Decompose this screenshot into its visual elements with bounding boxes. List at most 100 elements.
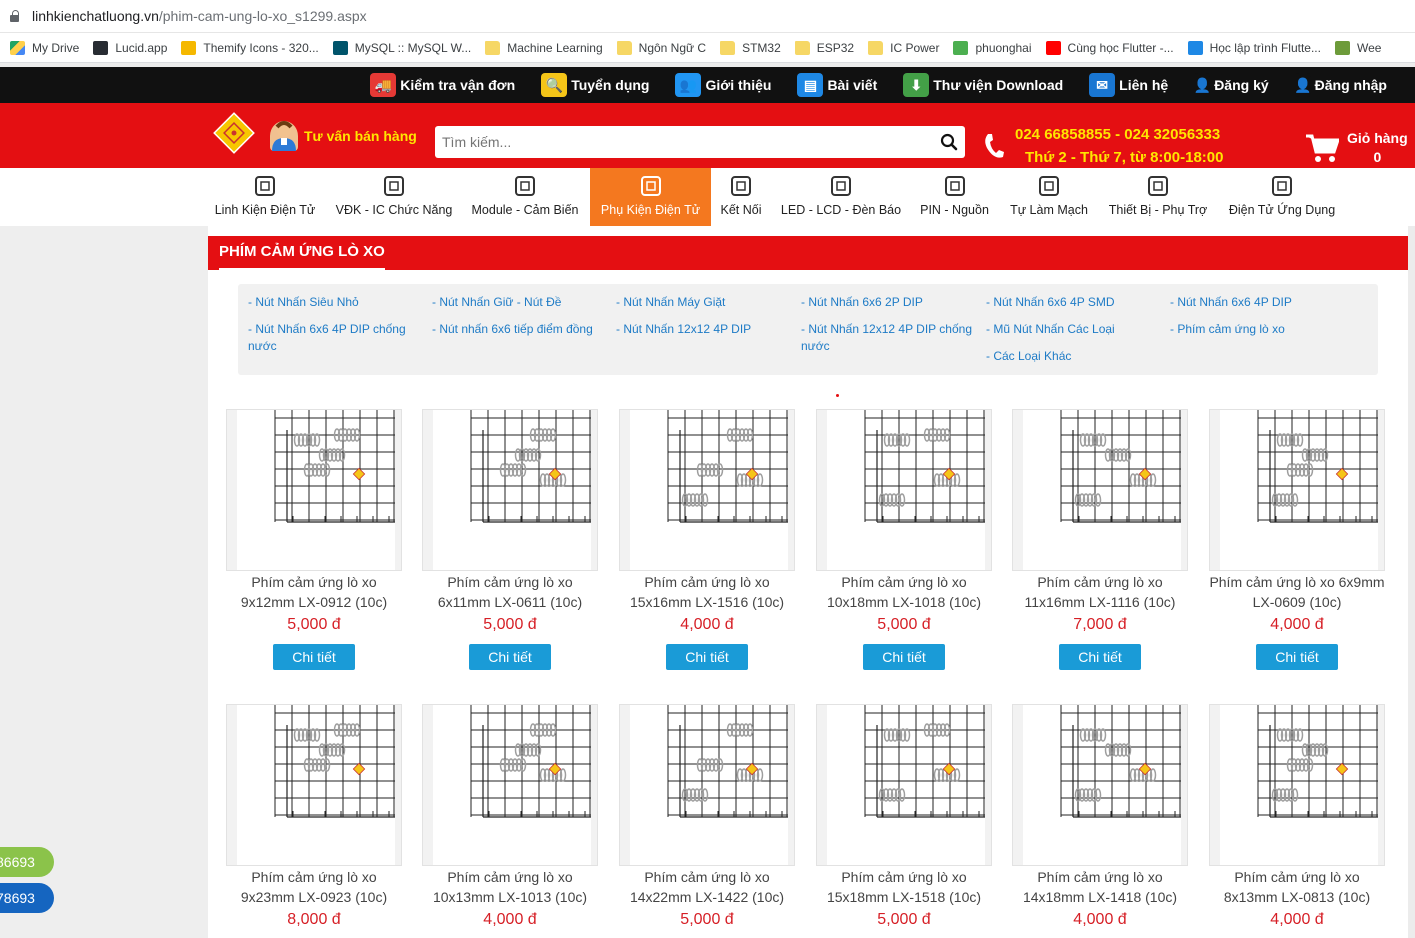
detail-button[interactable]: Chi tiết bbox=[1256, 644, 1338, 670]
product-name-line2: 10x18mm LX-1018 (10c) bbox=[826, 594, 982, 610]
product-name[interactable]: Phím cảm ứng lò xo 6x11mm LX-0611 (10c) bbox=[422, 572, 598, 612]
product-image[interactable] bbox=[1012, 704, 1188, 866]
subcategory-link[interactable]: - Nút Nhấn 6x6 2P DIP bbox=[801, 294, 976, 311]
top-nav-item[interactable]: 🔍 Tuyển dụng bbox=[541, 73, 649, 97]
product-image[interactable] bbox=[619, 704, 795, 866]
top-nav-item[interactable]: 👤 Đăng nhập bbox=[1294, 73, 1387, 97]
subcategory-link[interactable]: - Nút Nhấn Máy Giặt bbox=[616, 294, 791, 311]
subcategory-link[interactable]: - Nút Nhấn 6x6 4P DIP bbox=[1170, 294, 1345, 311]
product-name[interactable]: Phím cảm ứng lò xo 8x13mm LX-0813 (10c) bbox=[1209, 867, 1385, 907]
top-nav-item[interactable]: ⬇ Thư viện Download bbox=[903, 73, 1063, 97]
search-icon[interactable] bbox=[933, 127, 965, 157]
subcategory-link[interactable]: - Nút Nhấn Giữ - Nút Đề bbox=[432, 294, 607, 311]
top-nav-label: Giới thiệu bbox=[705, 77, 772, 93]
bookmark-item[interactable]: Cùng học Flutter -... bbox=[1045, 40, 1174, 55]
product-image[interactable] bbox=[226, 409, 402, 571]
category-7[interactable]: PIN - Nguồn bbox=[911, 168, 998, 227]
detail-button[interactable]: Chi tiết bbox=[863, 644, 945, 670]
cart-button[interactable]: Giỏ hàng 0 bbox=[1305, 129, 1408, 167]
category-5[interactable]: Kết Nối bbox=[711, 168, 771, 227]
product-name[interactable]: Phím cảm ứng lò xo 6x9mm LX-0609 (10c) bbox=[1209, 572, 1385, 612]
bookmark-item[interactable]: Ngôn Ngữ C bbox=[616, 40, 706, 55]
bookmark-item[interactable]: Wee bbox=[1334, 40, 1381, 55]
bookmark-item[interactable]: STM32 bbox=[720, 40, 781, 55]
subcategory-link[interactable]: - Phím cảm ứng lò xo bbox=[1170, 321, 1345, 338]
top-nav-item[interactable]: 👥 Giới thiệu bbox=[675, 73, 771, 97]
floating-contact-zalo[interactable]: 86693 bbox=[0, 847, 54, 877]
product-image[interactable] bbox=[619, 409, 795, 571]
mysql-icon bbox=[332, 40, 348, 55]
top-nav-item[interactable]: ▤ Bài viết bbox=[797, 73, 877, 97]
subcategory-link[interactable]: - Nút Nhấn 12x12 4P DIP chống nước bbox=[801, 321, 976, 355]
product-name[interactable]: Phím cảm ứng lò xo 10x13mm LX-1013 (10c) bbox=[422, 867, 598, 907]
opening-hours: Thứ 2 - Thứ 7, từ 8:00-18:00 bbox=[1025, 149, 1224, 166]
site-logo[interactable] bbox=[212, 111, 256, 155]
bookmark-item[interactable]: IC Power bbox=[868, 40, 940, 55]
led-icon bbox=[828, 174, 854, 198]
subcategory-link[interactable]: - Nút Nhấn Siêu Nhỏ bbox=[248, 294, 423, 311]
product-image[interactable] bbox=[422, 704, 598, 866]
floating-contact-phone[interactable]: 78693 bbox=[0, 883, 54, 913]
bookmark-item[interactable]: My Drive bbox=[10, 40, 79, 55]
address-bar[interactable]: linhkienchatluong.vn/phim-cam-ung-lo-xo_… bbox=[0, 0, 1415, 33]
product-image[interactable] bbox=[422, 409, 598, 571]
product-name[interactable]: Phím cảm ứng lò xo 15x18mm LX-1518 (10c) bbox=[816, 867, 992, 907]
top-nav-item[interactable]: 👤 Đăng ký bbox=[1193, 73, 1269, 97]
bookmark-label: IC Power bbox=[890, 40, 940, 55]
product-name-line2: 11x16mm LX-1116 (10c) bbox=[1024, 594, 1176, 610]
top-nav-item[interactable]: 🚚 Kiểm tra vận đơn bbox=[370, 73, 515, 97]
url-text[interactable]: linhkienchatluong.vn/phim-cam-ung-lo-xo_… bbox=[32, 8, 367, 24]
product-name[interactable]: Phím cảm ứng lò xo 9x12mm LX-0912 (10c) bbox=[226, 572, 402, 612]
product-name[interactable]: Phím cảm ứng lò xo 14x18mm LX-1418 (10c) bbox=[1012, 867, 1188, 907]
product-name-line2: 15x18mm LX-1518 (10c) bbox=[826, 889, 982, 905]
bookmark-item[interactable]: MySQL :: MySQL W... bbox=[332, 40, 471, 55]
category-2[interactable]: VĐK - IC Chức Năng bbox=[329, 168, 459, 227]
category-6[interactable]: LED - LCD - Đèn Báo bbox=[773, 168, 909, 227]
bookmark-item[interactable]: phuonghai bbox=[953, 40, 1032, 55]
cart-icon bbox=[1305, 133, 1341, 163]
bookmark-item[interactable]: Machine Learning bbox=[485, 40, 603, 55]
detail-button[interactable]: Chi tiết bbox=[666, 644, 748, 670]
category-9[interactable]: Thiết Bị - Phụ Trợ bbox=[1098, 168, 1218, 227]
product-image[interactable] bbox=[226, 704, 402, 866]
category-10[interactable]: Điện Tử Ứng Dụng bbox=[1220, 168, 1344, 227]
top-nav-label: Đăng nhập bbox=[1314, 77, 1387, 93]
product-card: Phím cảm ứng lò xo 8x13mm LX-0813 (10c) 4,… bbox=[1209, 704, 1385, 929]
product-image[interactable] bbox=[816, 409, 992, 571]
product-price: 7,000 đ bbox=[1073, 616, 1127, 633]
product-name[interactable]: Phím cảm ứng lò xo 10x18mm LX-1018 (10c) bbox=[816, 572, 992, 612]
detail-button[interactable]: Chi tiết bbox=[469, 644, 551, 670]
search-input[interactable] bbox=[435, 127, 933, 157]
user-plus-icon: 👤 bbox=[1193, 73, 1211, 97]
product-price: 4,000 đ bbox=[483, 911, 537, 928]
product-name-line1: Phím cảm ứng lò xo bbox=[1037, 869, 1163, 885]
bookmark-item[interactable]: Học lập trình Flutte... bbox=[1187, 40, 1321, 55]
subcategory-link[interactable]: - Nút Nhấn 6x6 4P DIP chống nước bbox=[248, 321, 423, 355]
sales-advisor-link[interactable]: Tư vấn bán hàng bbox=[270, 121, 417, 151]
bookmark-item[interactable]: Themify Icons - 320... bbox=[181, 40, 319, 55]
category-1[interactable]: Linh Kiện Điện Tử bbox=[206, 168, 324, 227]
detail-button[interactable]: Chi tiết bbox=[1059, 644, 1141, 670]
subcategory-link[interactable]: - Mũ Nút Nhấn Các Loại bbox=[986, 321, 1161, 338]
bookmark-item[interactable]: ESP32 bbox=[794, 40, 854, 55]
detail-button[interactable]: Chi tiết bbox=[273, 644, 355, 670]
product-image[interactable] bbox=[816, 704, 992, 866]
product-image[interactable] bbox=[1209, 409, 1385, 571]
product-name[interactable]: Phím cảm ứng lò xo 11x16mm LX-1116 (10c) bbox=[1012, 572, 1188, 612]
product-image[interactable] bbox=[1209, 704, 1385, 866]
category-3[interactable]: Module - Cảm Biến bbox=[464, 168, 586, 227]
product-name[interactable]: Phím cảm ứng lò xo 9x23mm LX-0923 (10c) bbox=[226, 867, 402, 907]
product-image[interactable] bbox=[1012, 409, 1188, 571]
lock-icon bbox=[8, 9, 22, 23]
category-4[interactable]: Phụ Kiện Điện Tử bbox=[590, 168, 711, 227]
fan-icon bbox=[638, 174, 664, 198]
top-nav-item[interactable]: ✉ Liên hệ bbox=[1089, 73, 1168, 97]
subcategory-link[interactable]: - Nút Nhấn 6x6 4P SMD bbox=[986, 294, 1161, 311]
category-8[interactable]: Tự Làm Mạch bbox=[1000, 168, 1098, 227]
bookmark-item[interactable]: Lucid.app bbox=[93, 40, 167, 55]
product-name[interactable]: Phím cảm ứng lò xo 14x22mm LX-1422 (10c) bbox=[619, 867, 795, 907]
product-name[interactable]: Phím cảm ứng lò xo 15x16mm LX-1516 (10c) bbox=[619, 572, 795, 612]
subcategory-link[interactable]: - Nút Nhấn 12x12 4P DIP bbox=[616, 321, 791, 338]
subcategory-link[interactable]: - Nút nhấn 6x6 tiếp điểm đồng bbox=[432, 321, 607, 338]
subcategory-link[interactable]: - Các Loại Khác bbox=[986, 348, 1161, 365]
